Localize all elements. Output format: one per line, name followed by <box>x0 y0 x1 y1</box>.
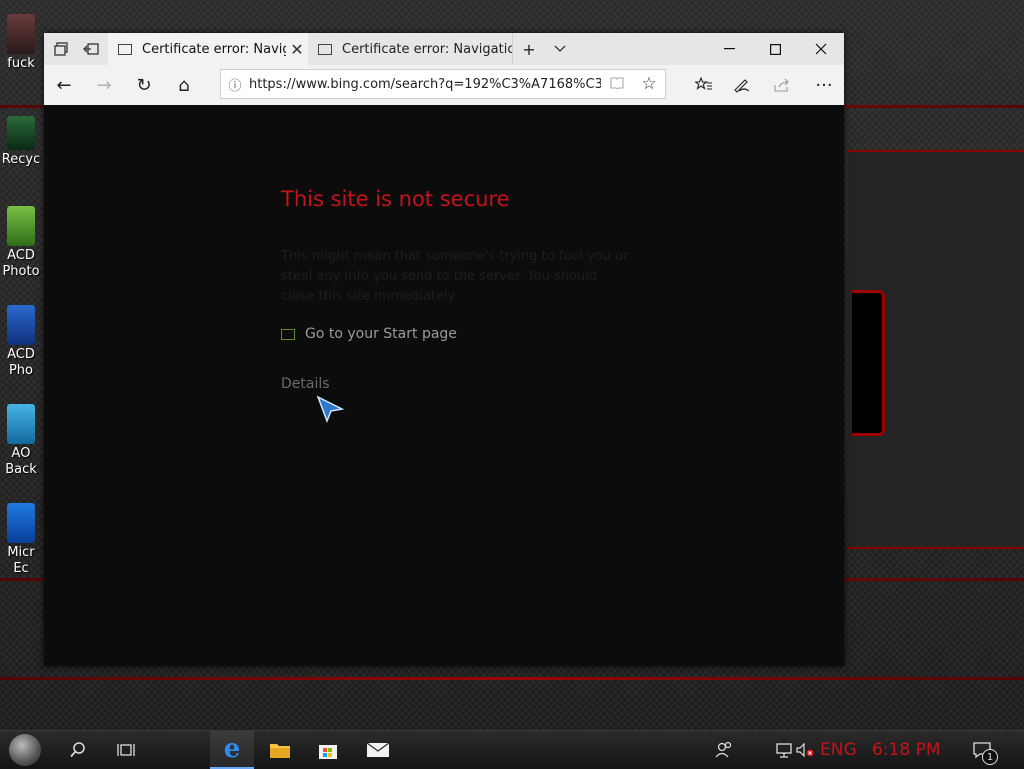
info-icon[interactable]: ⓘ <box>221 75 249 94</box>
navigation-bar: ← → ↻ ⌂ ⓘ https://www.bing.com/search?q=… <box>44 65 844 105</box>
show-tabs-aside-icon[interactable] <box>76 33 106 65</box>
page-content: This site is not secure This might mean … <box>44 105 844 666</box>
volume-muted-icon[interactable] <box>790 731 820 769</box>
start-page-icon <box>281 328 295 340</box>
desktop-icon-label: AO <box>11 446 31 461</box>
task-view-icon[interactable] <box>104 731 148 769</box>
edge-icon <box>7 503 35 543</box>
tab-title: Certificate error: Naviga <box>142 41 286 57</box>
file-explorer-icon[interactable] <box>258 731 302 769</box>
browser-window: Certificate error: Naviga ✕ Certificate … <box>44 33 844 666</box>
desktop-icon-folder[interactable]: fuck <box>0 14 42 72</box>
clock[interactable]: 6:18 PM <box>872 731 941 769</box>
start-button[interactable] <box>9 734 41 766</box>
acdsee-icon <box>7 305 35 345</box>
desktop-icon-label: ACD <box>7 347 35 362</box>
forward-icon[interactable]: → <box>86 69 122 101</box>
address-bar[interactable]: ⓘ https://www.bing.com/search?q=192%C3%A… <box>220 69 666 99</box>
refresh-icon[interactable]: ↻ <box>126 69 162 101</box>
folder-icon <box>7 14 35 54</box>
store-icon[interactable] <box>306 731 350 769</box>
taskbar: e ENG 6:18 PM 1 <box>0 730 1024 769</box>
wallpaper-bracket <box>852 290 885 436</box>
error-description: This might mean that someone's trying to… <box>281 249 629 304</box>
desktop-icon-label: Photo <box>2 264 40 279</box>
page-icon <box>318 43 332 55</box>
pen-notes-icon[interactable] <box>724 69 760 101</box>
search-icon[interactable] <box>56 731 100 769</box>
details-link[interactable]: Details <box>281 376 330 392</box>
mouse-cursor-icon <box>316 395 346 427</box>
go-to-start-page-link[interactable]: Go to your Start page <box>281 326 457 342</box>
start-page-label: Go to your Start page <box>305 326 457 342</box>
desktop-icon-label: Pho <box>8 363 34 378</box>
desktop-icon-label: ACD <box>7 248 35 263</box>
action-center-icon[interactable]: 1 <box>960 731 1004 769</box>
error-title: This site is not secure <box>281 187 510 211</box>
back-icon[interactable]: ← <box>46 69 82 101</box>
desktop-icon-acdsee-2[interactable]: ACD Pho <box>0 305 42 379</box>
desktop-icon-microsoft-edge[interactable]: Micr Ec <box>0 503 42 577</box>
desktop-icon-label: fuck <box>7 56 35 71</box>
tab-title: Certificate error: Navigation <box>342 41 512 57</box>
mail-icon[interactable] <box>356 731 400 769</box>
close-tab-icon[interactable]: ✕ <box>286 40 308 59</box>
tab-certificate-error-1[interactable]: Certificate error: Naviga ✕ <box>108 33 308 65</box>
desktop-icon-label: Micr <box>7 545 35 560</box>
tabs-aside-icon[interactable] <box>46 33 76 65</box>
home-icon[interactable]: ⌂ <box>166 69 202 101</box>
page-icon <box>118 43 132 55</box>
tab-certificate-error-2[interactable]: Certificate error: Navigation <box>308 33 512 65</box>
wallpaper-stripe <box>0 677 1024 680</box>
desktop-icon-label: Recyc <box>1 152 41 167</box>
close-window-icon[interactable] <box>798 33 844 65</box>
people-icon[interactable] <box>702 731 746 769</box>
more-options-icon[interactable]: ··· <box>806 69 842 101</box>
reading-view-icon[interactable] <box>601 75 633 93</box>
desktop-icon-acdsee-1[interactable]: ACD Photo <box>0 206 42 280</box>
tab-list-chevron-down-icon[interactable] <box>544 33 576 65</box>
desktop-icon-label: Back <box>5 462 37 477</box>
language-indicator[interactable]: ENG <box>820 731 857 769</box>
edge-taskbar-icon[interactable]: e <box>210 731 254 769</box>
desktop-icon-recycle-bin[interactable]: Recyc <box>0 116 42 168</box>
maximize-icon[interactable] <box>752 33 798 65</box>
minimize-icon[interactable] <box>706 33 752 65</box>
favorites-hub-icon[interactable] <box>686 69 722 101</box>
desktop-icon-aomei-backupper[interactable]: AO Back <box>0 404 42 478</box>
backup-icon <box>7 404 35 444</box>
address-url[interactable]: https://www.bing.com/search?q=192%C3%A71… <box>249 77 601 92</box>
favorite-star-icon[interactable]: ☆ <box>633 74 665 94</box>
acdsee-icon <box>7 206 35 246</box>
share-icon[interactable] <box>764 69 800 101</box>
recycle-bin-icon <box>7 116 35 150</box>
new-tab-icon[interactable]: + <box>512 33 545 65</box>
title-bar: Certificate error: Naviga ✕ Certificate … <box>44 33 844 65</box>
desktop-icon-label: Ec <box>13 561 29 576</box>
notification-badge: 1 <box>982 749 998 765</box>
